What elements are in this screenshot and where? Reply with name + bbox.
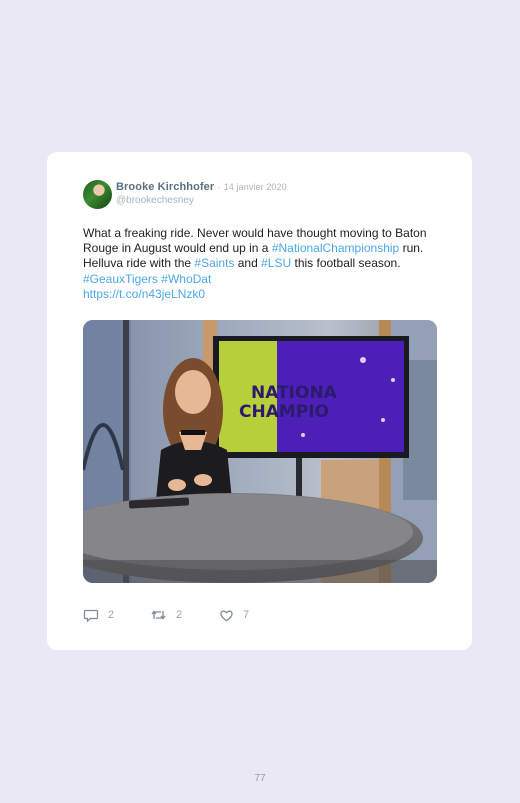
hashtag-link[interactable]: #Saints (194, 256, 234, 270)
hashtag-link[interactable]: #LSU (261, 256, 291, 270)
like-action[interactable]: 7 (219, 606, 249, 624)
media-illustration: NATIONA CHAMPIO (83, 320, 437, 583)
reply-count: 2 (108, 609, 115, 621)
tweet-date[interactable]: 14 janvier 2020 (224, 182, 287, 192)
like-icon (219, 608, 234, 623)
hashtag-link[interactable]: #NationalChampionship (272, 241, 399, 255)
separator: · (217, 182, 221, 192)
hashtag-link[interactable]: #GeauxTigers (83, 272, 158, 286)
reply-action[interactable]: 2 (83, 606, 114, 624)
author-handle[interactable]: @brookechesney (116, 195, 194, 206)
retweet-count: 2 (176, 609, 183, 621)
author-name[interactable]: Brooke Kirchhofer (116, 181, 214, 193)
screen-text-line2: CHAMPIO (239, 402, 329, 422)
screen-text-line1: NATIONA (251, 383, 338, 403)
text-part: this football season. (291, 256, 401, 271)
hashtag-link[interactable]: #WhoDat (161, 272, 211, 286)
reply-icon (83, 607, 99, 623)
retweet-action[interactable]: 2 (150, 606, 182, 624)
text-part: and (234, 256, 262, 271)
tweet-text: What a freaking ride. Never would have t… (83, 226, 433, 302)
tweet-card: Brooke Kirchhofer · 14 janvier 2020 @bro… (47, 152, 472, 650)
retweet-icon (150, 607, 167, 623)
like-count: 7 (243, 609, 250, 621)
author-line: Brooke Kirchhofer · 14 janvier 2020 (116, 181, 287, 193)
tweet-media-image[interactable]: NATIONA CHAMPIO (83, 320, 437, 583)
avatar[interactable] (83, 180, 112, 209)
tweet-url-link[interactable]: https://t.co/n43jeLNzk0 (83, 287, 205, 301)
page-number: 77 (254, 773, 266, 784)
